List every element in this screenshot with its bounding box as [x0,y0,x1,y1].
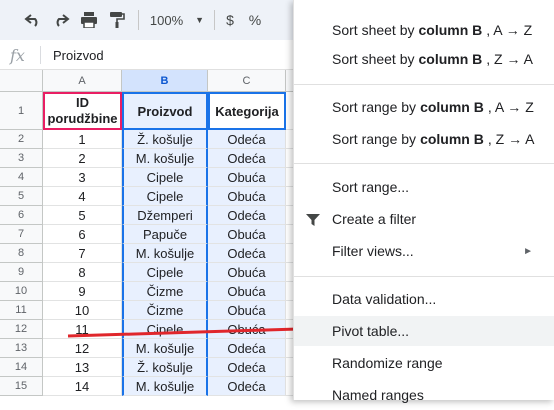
menu-order: , Z → A [486,51,533,67]
menu-column: column B [420,99,484,115]
menu-label: Sort sheet by [332,51,415,67]
menu-column: column B [418,51,483,67]
menu-order: , Z → A [487,131,535,147]
data-menu: Sort sheet by column B, A → Z Sort sheet … [293,0,554,403]
menu-sort-sheet-az[interactable]: Sort sheet by column B, A → Z [294,15,554,45]
menu-data-validation[interactable]: Data validation... [294,284,554,314]
menu-divider [294,276,554,277]
menu-label: Create a filter [332,211,417,227]
menu-label: Sort range by [332,99,417,115]
menu-sort-sheet-za[interactable]: Sort sheet by column B, Z → A [294,44,554,74]
menu-divider [294,163,554,164]
menu-label: Data validation... [332,291,437,307]
menu-filter-views[interactable]: Filter views... ► [294,236,554,266]
menu-column: column B [418,22,483,38]
menu-label: Sort sheet by [332,22,415,38]
menu-sort-range-za[interactable]: Sort range by column B, Z → A [294,124,554,154]
menu-label: Sort range... [332,179,410,195]
menu-column: column B [420,131,484,147]
menu-randomize-range[interactable]: Randomize range [294,348,554,378]
menu-order: , A → Z [486,22,533,38]
menu-label: Randomize range [332,355,443,371]
menu-sort-range[interactable]: Sort range... [294,172,554,202]
menu-label: Pivot table... [332,323,410,339]
menu-divider [294,84,554,85]
menu-label: Filter views... [332,243,414,259]
menu-label: Named ranges [332,387,424,403]
menu-label: Sort range by [332,131,417,147]
menu-named-ranges[interactable]: Named ranges [294,380,554,410]
filter-icon [306,213,320,229]
menu-pivot-table[interactable]: Pivot table... [294,316,554,346]
menu-order: , A → Z [487,99,534,115]
menu-create-filter[interactable]: Create a filter [294,204,554,234]
menu-sort-range-az[interactable]: Sort range by column B, A → Z [294,92,554,122]
submenu-arrow-icon: ► [523,245,533,257]
